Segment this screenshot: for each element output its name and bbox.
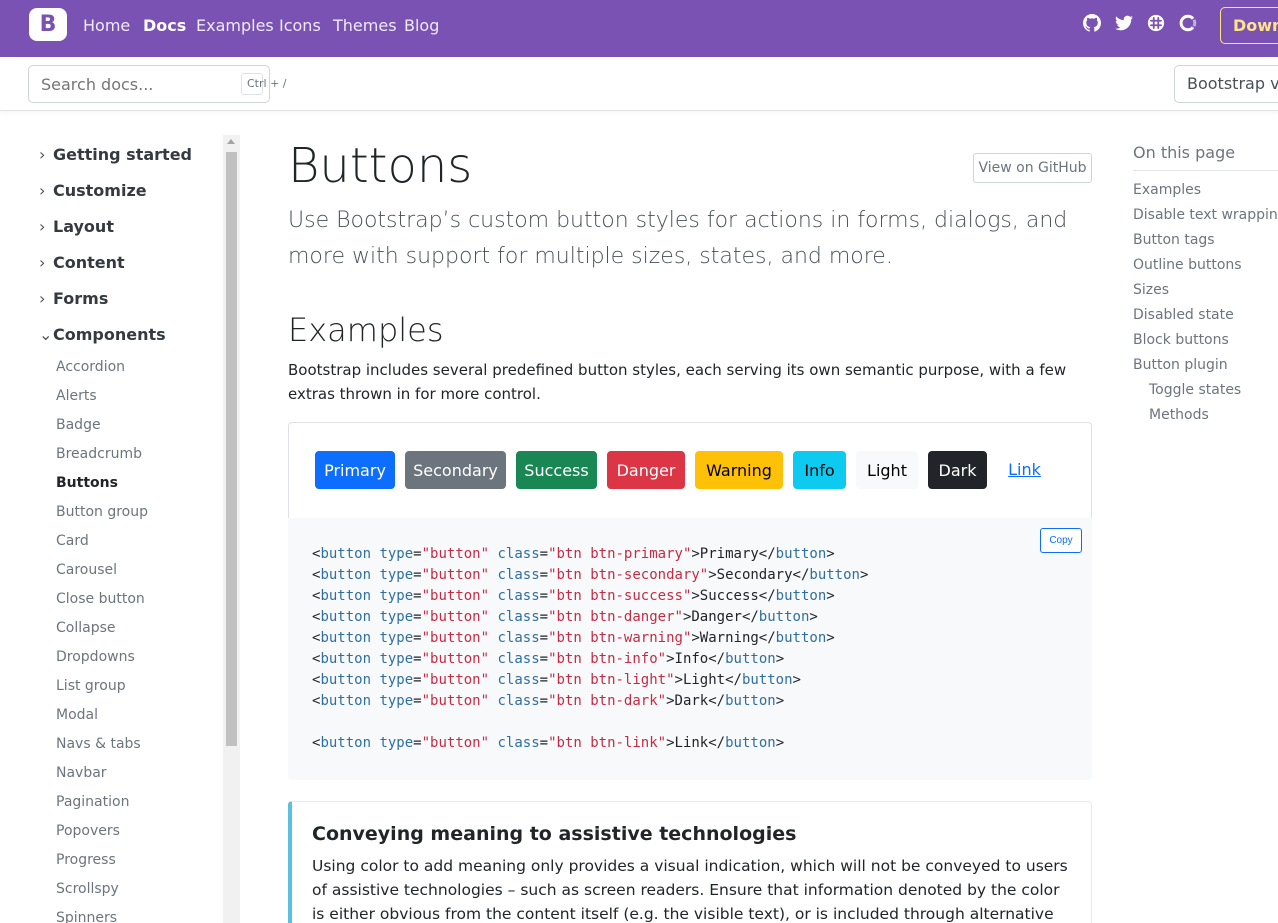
sidebar-group-layout[interactable]: › Layout xyxy=(39,217,114,236)
callout-title: Conveying meaning to assistive technolog… xyxy=(312,823,797,845)
sidebar-item-badge[interactable]: Badge xyxy=(56,417,101,433)
callout-text: Using color to add meaning only provides… xyxy=(312,857,1068,923)
code-line: <button type="button" class="btn btn-war… xyxy=(312,630,835,646)
slack-icon[interactable] xyxy=(1147,14,1165,32)
sidebar-item-breadcrumb[interactable]: Breadcrumb xyxy=(56,446,142,462)
copy-button[interactable]: Copy xyxy=(1040,528,1082,553)
sidebar-item-spinners[interactable]: Spinners xyxy=(56,910,117,923)
chevron-right-icon: › xyxy=(39,289,46,308)
secondary-button[interactable]: Secondary xyxy=(405,451,506,489)
toc-item[interactable]: Sizes xyxy=(1133,282,1169,298)
sidebar-item-list-group[interactable]: List group xyxy=(56,678,126,694)
chevron-down-icon: ⌄ xyxy=(39,325,53,344)
search-box[interactable]: Ctrl + / xyxy=(28,65,287,103)
nav-link-blog[interactable]: Blog xyxy=(404,16,439,35)
toc-item[interactable]: Toggle states xyxy=(1149,382,1241,398)
warning-button[interactable]: Warning xyxy=(695,451,783,489)
nav-link-icons[interactable]: Icons xyxy=(279,16,321,35)
search-input[interactable] xyxy=(41,75,201,94)
github-icon[interactable] xyxy=(1083,14,1101,32)
toc-item[interactable]: Button tags xyxy=(1133,232,1215,248)
chevron-right-icon: › xyxy=(39,181,46,200)
info-button[interactable]: Info xyxy=(793,451,846,489)
twitter-icon[interactable] xyxy=(1115,14,1133,32)
sidebar-group-customize[interactable]: › Customize xyxy=(39,181,147,200)
dark-button[interactable]: Dark xyxy=(928,451,987,489)
chevron-right-icon: › xyxy=(39,145,46,164)
nav-link-home[interactable]: Home xyxy=(83,16,130,35)
sidebar-item-navs-tabs[interactable]: Navs & tabs xyxy=(56,736,141,752)
scroll-up-arrow-icon[interactable] xyxy=(227,139,235,144)
bootstrap-logo[interactable]: B xyxy=(29,8,67,41)
opencollective-icon[interactable] xyxy=(1179,14,1197,32)
code-line: <button type="button" class="btn btn-inf… xyxy=(312,651,785,667)
docs-subnav: Ctrl + / Bootstrap v5.0 xyxy=(0,57,1278,111)
link-button[interactable]: Link xyxy=(997,451,1052,489)
toc-item[interactable]: Methods xyxy=(1149,407,1209,423)
light-button[interactable]: Light xyxy=(856,451,918,489)
danger-button[interactable]: Danger xyxy=(607,451,685,489)
code-line: <button type="button" class="btn btn-sec… xyxy=(312,567,869,583)
sidebar-item-pagination[interactable]: Pagination xyxy=(56,794,129,810)
sidebar-group-forms[interactable]: › Forms xyxy=(39,289,108,308)
nav-link-themes[interactable]: Themes xyxy=(333,16,397,35)
sidebar-group-content[interactable]: › Content xyxy=(39,253,125,272)
sidebar-item-dropdowns[interactable]: Dropdowns xyxy=(56,649,135,665)
scrollbar-thumb[interactable] xyxy=(226,152,237,746)
sidebar-item-close-button[interactable]: Close button xyxy=(56,591,145,607)
chevron-right-icon: › xyxy=(39,253,46,272)
nav-link-examples[interactable]: Examples xyxy=(196,16,274,35)
version-dropdown[interactable]: Bootstrap v5.0 xyxy=(1174,65,1278,103)
toc-item[interactable]: Button plugin xyxy=(1133,357,1228,373)
sidebar-group-getting-started[interactable]: › Getting started xyxy=(39,145,192,164)
sidebar-item-card[interactable]: Card xyxy=(56,533,89,549)
page-lead: Use Bootstrap’s custom button styles for… xyxy=(288,208,1068,269)
nav-link-docs[interactable]: Docs xyxy=(143,16,186,35)
docs-sidebar: › Getting started › Customize › Layout › Con… xyxy=(0,135,240,923)
sidebar-item-accordion[interactable]: Accordion xyxy=(56,359,125,375)
toc-item[interactable]: Disable text wrapping xyxy=(1133,207,1278,223)
sidebar-item-buttons[interactable]: Buttons xyxy=(56,475,118,491)
sidebar-item-button-group[interactable]: Button group xyxy=(56,504,148,520)
sidebar-item-popovers[interactable]: Popovers xyxy=(56,823,120,839)
success-button[interactable]: Success xyxy=(516,451,597,489)
toc-item[interactable]: Block buttons xyxy=(1133,332,1229,348)
sidebar-item-alerts[interactable]: Alerts xyxy=(56,388,97,404)
toc-divider xyxy=(1133,170,1278,171)
code-line: <button type="button" class="btn btn-lin… xyxy=(312,735,785,751)
toc-title: On this page xyxy=(1133,143,1236,162)
top-navbar: B Home Docs Examples Icons Themes Blog D… xyxy=(0,0,1278,57)
sidebar-item-scrollspy[interactable]: Scrollspy xyxy=(56,881,119,897)
code-line: <button type="button" class="btn btn-dan… xyxy=(312,609,818,625)
toc-item[interactable]: Disabled state xyxy=(1133,307,1234,323)
examples-heading: Examples xyxy=(288,311,444,349)
code-line: <button type="button" class="btn btn-suc… xyxy=(312,588,835,604)
code-line: <button type="button" class="btn btn-dar… xyxy=(312,693,785,709)
search-shortcut-hint: Ctrl + / xyxy=(241,73,287,95)
sidebar-item-navbar[interactable]: Navbar xyxy=(56,765,107,781)
sidebar-item-progress[interactable]: Progress xyxy=(56,852,116,868)
code-line: <button type="button" class="btn btn-pri… xyxy=(312,546,835,562)
chevron-right-icon: › xyxy=(39,217,46,236)
sidebar-item-modal[interactable]: Modal xyxy=(56,707,98,723)
page-title: Buttons xyxy=(288,138,473,194)
toc-item[interactable]: Outline buttons xyxy=(1133,257,1242,273)
primary-button[interactable]: Primary xyxy=(315,451,395,489)
view-on-github-button[interactable]: View on GitHub xyxy=(973,153,1092,183)
sidebar-scrollbar[interactable] xyxy=(223,135,240,923)
sidebar-group-components[interactable]: ⌄Components xyxy=(39,325,166,344)
sidebar-item-carousel[interactable]: Carousel xyxy=(56,562,117,578)
sidebar-item-collapse[interactable]: Collapse xyxy=(56,620,116,636)
examples-intro: Bootstrap includes several predefined bu… xyxy=(288,361,1067,403)
toc-item[interactable]: Examples xyxy=(1133,182,1201,198)
download-button[interactable]: Download xyxy=(1220,7,1278,44)
code-line: <button type="button" class="btn btn-lig… xyxy=(312,672,801,688)
